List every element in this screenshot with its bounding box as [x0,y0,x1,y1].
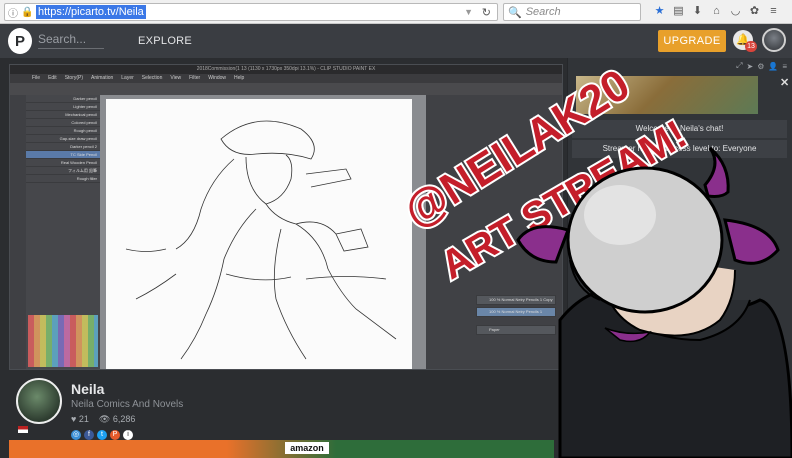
brush-item: Rough filler [26,175,100,183]
streamer-info: Neila Neila Comics And Novels ♥ 21 👁 6,2… [0,374,563,440]
heart-icon: ♥ [71,414,79,424]
app-menu-item: View [170,75,182,81]
home-icon[interactable]: ⌂ [709,4,724,19]
popout-icon[interactable]: ⤢ [736,61,742,71]
chat-system-message: Streamer has set access level to: Everyo… [572,140,787,158]
brush-item: Rough pencil [26,127,100,135]
app-menu-item: Selection [141,75,163,81]
download-icon[interactable]: ⬇ [690,4,705,19]
app-menu-item: Edit [48,75,57,81]
patreon-icon[interactable]: P [110,430,120,440]
settings-gear-icon[interactable]: ⚙ [757,62,764,71]
brush-item-selected: TC Side Pencil [26,151,100,159]
brush-item: Darker pencil 2 [26,143,100,151]
eye-icon: 👁 [98,414,113,424]
chat-input-bar: ☺ > [568,428,792,458]
search-icon: 🔍 [508,6,522,19]
send-arrow-icon[interactable]: > [774,435,781,451]
chat-banner-image [576,76,758,114]
extension-icon[interactable]: ✿ [747,4,762,19]
streamer-avatar[interactable] [16,378,62,424]
layer-item-selected: 100 % Normal Neiry Pencils 1 [476,307,556,317]
streamer-subtitle: Neila Comics And Novels [71,399,184,410]
app-title-bar: 2018Commission(1 13 (1130 x 1730px 350dp… [10,65,562,74]
close-icon[interactable]: ✕ [780,76,789,89]
app-menu-item: File [32,75,41,81]
site-search-input[interactable]: Search... [38,32,104,49]
app-menu-item: Story(P) [64,75,84,81]
reload-icon[interactable]: ↻ [482,6,491,19]
stream-main: 2018Commission(1 13 (1130 x 1730px 350dp… [0,58,563,458]
app-menu-item: Window [208,75,227,81]
character-sketch [125,120,397,360]
info-icon[interactable]: i [123,430,133,440]
browser-search-input[interactable]: 🔍 Search [503,3,641,21]
user-avatar[interactable] [762,28,786,52]
browser-action-icons: ★ ▤ ⬇ ⌂ ◡ ✿ ≡ [652,4,781,19]
app-brush-panel: Darker pencil Lighter pencil Mechanical … [26,95,100,369]
brush-item: Real Wooden Pencil [26,159,100,167]
brush-item: Mechanical pencil [26,111,100,119]
globe-icon[interactable]: ◎ [71,430,81,440]
browser-toolbar: ⓘ 🔒 https://picarto.tv/Neila ▼ ↻ 🔍 Searc… [0,0,792,24]
app-menu-item: Help [234,75,245,81]
app-menu-item: Filter [189,75,201,81]
app-toolbar [10,83,562,95]
upgrade-button[interactable]: UPGRADE [658,30,726,52]
info-icon[interactable]: ⓘ [5,5,21,20]
likes-count: 21 [78,414,89,424]
layer-item: Paper [476,325,556,335]
url-text[interactable]: https://picarto.tv/Neila [36,5,146,19]
emoji-icon[interactable]: ☺ [754,435,768,451]
views-stat: 👁 6,286 [99,414,135,425]
brush-item: Gap-size draw pencil [26,135,100,143]
picarto-logo-icon[interactable]: P [8,28,32,54]
amazon-ad-label: amazon [285,442,329,454]
likes-stat: ♥ 21 [71,414,89,425]
brush-item: Colored pencil [26,119,100,127]
menu-icon[interactable]: ≡ [766,4,781,19]
lock-icon: 🔒 [21,6,34,18]
brush-item: Lighter pencil [26,103,100,111]
browser-search-placeholder: Search [525,6,561,18]
social-links: ◎ f t P i [71,430,133,440]
app-layer-panel: 100 % Normal Neiry Pencils 1 Copy 100 % … [426,95,562,369]
layer-item: 100 % Normal Neiry Pencils 1 Copy [476,295,556,305]
twitter-icon[interactable]: t [97,430,107,440]
app-menu-item: Animation [91,75,114,81]
facebook-icon[interactable]: f [84,430,94,440]
streamer-stats: ♥ 21 👁 6,286 [71,414,135,425]
chat-menu-icon[interactable]: ≡ [782,62,787,71]
chat-message-input[interactable] [572,435,748,453]
pocket-icon[interactable]: ◡ [728,4,743,19]
brush-item: Darker pencil [26,95,100,103]
streamer-name[interactable]: Neila [71,381,104,397]
chat-panel: ⤢ ➤ ⚙ 👤 ≡ ✕ Welcome to Neila's chat! Str… [567,58,792,458]
chat-toolbar: ⤢ ➤ ⚙ 👤 ≡ [568,58,792,74]
drawing-paper [106,99,412,369]
site-header: P Search... EXPLORE UPGRADE 🔔 13 [0,24,792,58]
explore-link[interactable]: EXPLORE [138,35,192,47]
views-count: 6,286 [112,414,136,424]
us-flag-icon [18,426,28,433]
chat-system-message: Welcome to Neila's chat! [572,120,787,138]
url-dropdown-icon[interactable]: ▼ [464,7,473,17]
app-menu-item: Layer [121,75,134,81]
reading-list-icon[interactable]: ▤ [671,4,686,19]
notification-badge: 13 [745,41,757,52]
bookmark-star-icon[interactable]: ★ [652,4,667,19]
users-icon[interactable]: 👤 [768,62,778,71]
brush-item: フィルム用 鉛筆 [26,167,100,175]
address-bar[interactable]: ⓘ 🔒 https://picarto.tv/Neila ▼ ↻ [4,3,498,21]
color-palette [28,315,98,367]
stream-video-player[interactable]: 2018Commission(1 13 (1130 x 1730px 350dp… [9,64,563,370]
send-tip-icon[interactable]: ➤ [746,62,753,71]
app-canvas [100,95,426,369]
ad-banner[interactable]: amazon [9,440,554,458]
app-menu-bar: File Edit Story(P) Animation Layer Selec… [10,74,562,83]
app-tool-palette [10,95,26,369]
